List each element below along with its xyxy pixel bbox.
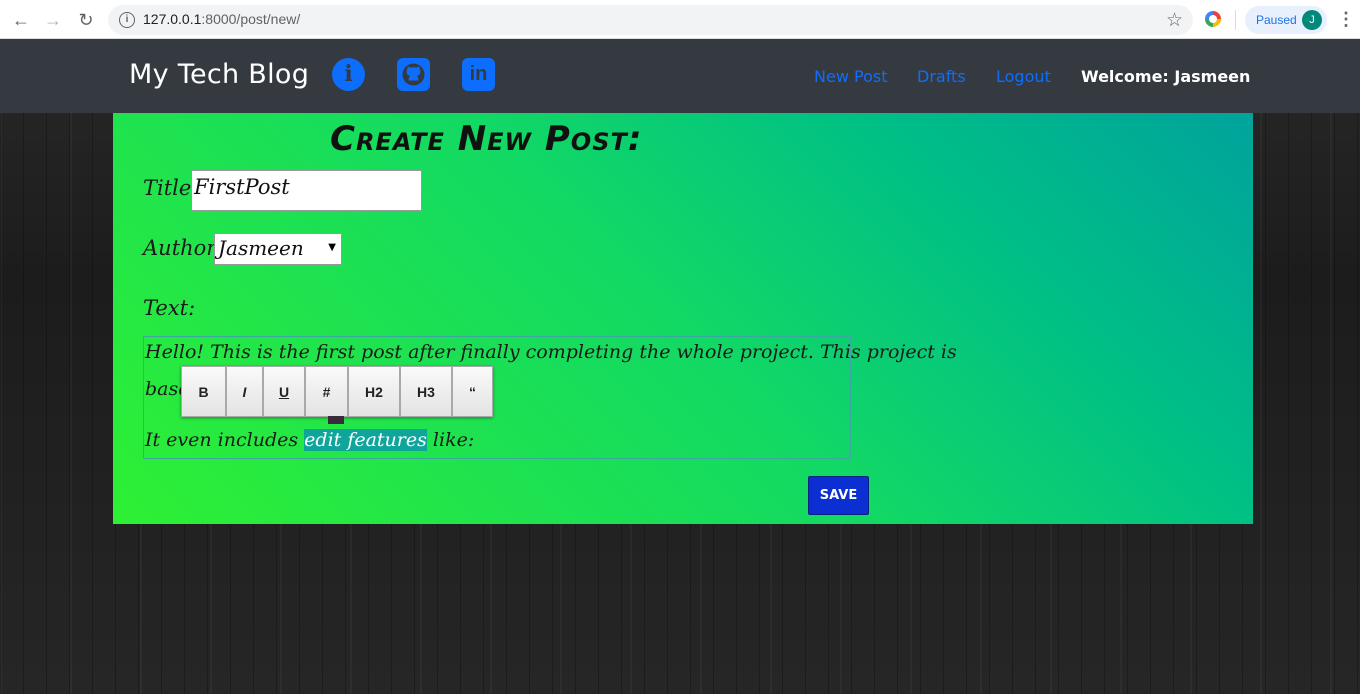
editor-line: It even includes edit features like: <box>145 429 474 451</box>
nav-new-post[interactable]: New Post <box>814 67 887 86</box>
github-icon[interactable] <box>397 58 430 91</box>
browser-toolbar: ← → ↻ i 127.0.0.1:8000/post/new/ ☆ Pause… <box>0 0 1360 39</box>
italic-button[interactable]: I <box>226 366 263 417</box>
url-text[interactable]: 127.0.0.1:8000/post/new/ <box>143 11 300 27</box>
profile-chip[interactable]: Paused J <box>1245 6 1327 34</box>
quote-button[interactable]: “ <box>452 366 493 417</box>
brand-link[interactable]: My Tech Blog <box>129 59 309 90</box>
save-button[interactable]: SAVE <box>808 476 869 515</box>
reload-icon[interactable]: ↻ <box>74 8 98 32</box>
kebab-menu-icon[interactable]: ⋮ <box>1337 9 1355 29</box>
author-selected-value: Jasmeen <box>218 236 304 260</box>
h3-button[interactable]: H3 <box>400 366 452 417</box>
bookmark-star-icon[interactable]: ☆ <box>1166 9 1183 32</box>
dropdown-arrow-icon: ▼ <box>328 242 336 253</box>
profile-status: Paused <box>1256 13 1297 27</box>
h2-button[interactable]: H2 <box>348 366 400 417</box>
info-icon[interactable]: i <box>332 58 365 91</box>
address-bar[interactable]: i 127.0.0.1:8000/post/new/ ☆ <box>108 5 1193 35</box>
selected-text: edit features <box>304 429 427 451</box>
new-post-panel: Create New Post: Title: FirstPost Author… <box>113 113 1253 524</box>
hash-button[interactable]: # <box>305 366 348 417</box>
editor-line: Hello! This is the first post after fina… <box>145 341 957 363</box>
forward-icon[interactable]: → <box>41 8 65 32</box>
back-icon[interactable]: ← <box>9 8 33 32</box>
underline-button[interactable]: U <box>263 366 305 417</box>
linkedin-icon[interactable]: in <box>462 58 495 91</box>
editor-text: It even includes <box>145 429 305 451</box>
page-title: Create New Post: <box>330 119 643 159</box>
avatar: J <box>1302 10 1322 30</box>
url-host: 127.0.0.1 <box>143 11 202 27</box>
author-label: Author: <box>143 236 224 260</box>
nav-logout[interactable]: Logout <box>996 67 1051 86</box>
title-input[interactable]: FirstPost <box>191 170 422 211</box>
extension-icon[interactable] <box>1205 11 1221 27</box>
url-path: :8000/post/new/ <box>201 11 301 27</box>
author-select[interactable]: Jasmeen ▼ <box>214 233 342 265</box>
editor-text: like: <box>426 429 475 451</box>
format-toolbar: B I U # H2 H3 “ <box>181 366 493 417</box>
toolbar-pointer <box>328 416 344 424</box>
site-info-icon[interactable]: i <box>119 12 135 28</box>
nav-drafts[interactable]: Drafts <box>917 67 966 86</box>
bold-button[interactable]: B <box>181 366 226 417</box>
toolbar-divider <box>1235 10 1236 30</box>
text-label: Text: <box>143 296 196 320</box>
github-glyph <box>402 63 425 86</box>
site-navbar: My Tech Blog i in New Post Drafts Logout… <box>0 39 1360 113</box>
welcome-text: Welcome: Jasmeen <box>1081 67 1251 86</box>
